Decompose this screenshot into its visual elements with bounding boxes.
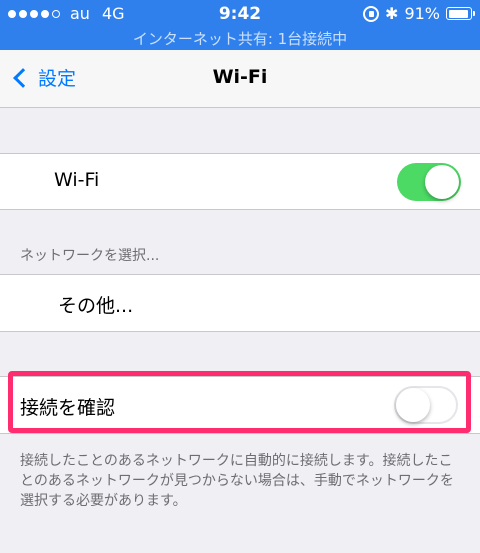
wifi-toggle-row: Wi-Fi: [0, 153, 480, 210]
ask-to-join-row: 接続を確認: [0, 376, 480, 434]
status-right: ✱ 91%: [363, 4, 475, 23]
other-network-row[interactable]: その他...: [0, 274, 480, 332]
navigation-bar: 設定 Wi-Fi: [0, 50, 480, 108]
status-bar: au 4G 9:42 ✱ 91% インターネット共有: 1台接続中: [0, 0, 480, 50]
battery-icon: [446, 7, 475, 20]
switch-knob: [425, 165, 459, 199]
wifi-label: Wi-Fi: [54, 169, 100, 191]
ask-to-join-label: 接続を確認: [20, 397, 116, 419]
ask-to-join-footer: 接続したことのあるネットワークに自動的に接続します。接続したことのあるネットワー…: [20, 453, 454, 509]
battery-percentage: 91%: [404, 4, 440, 23]
network-section-header: ネットワークを選択...: [20, 248, 160, 264]
rotation-lock-icon: [363, 5, 380, 22]
switch-knob: [396, 388, 430, 422]
hotspot-banner[interactable]: インターネット共有: 1台接続中: [0, 28, 480, 49]
ask-to-join-switch[interactable]: [394, 386, 458, 424]
wifi-switch[interactable]: [397, 163, 461, 201]
page-title: Wi-Fi: [212, 66, 268, 88]
other-network-label: その他...: [58, 295, 134, 317]
bluetooth-icon: ✱: [385, 4, 399, 23]
